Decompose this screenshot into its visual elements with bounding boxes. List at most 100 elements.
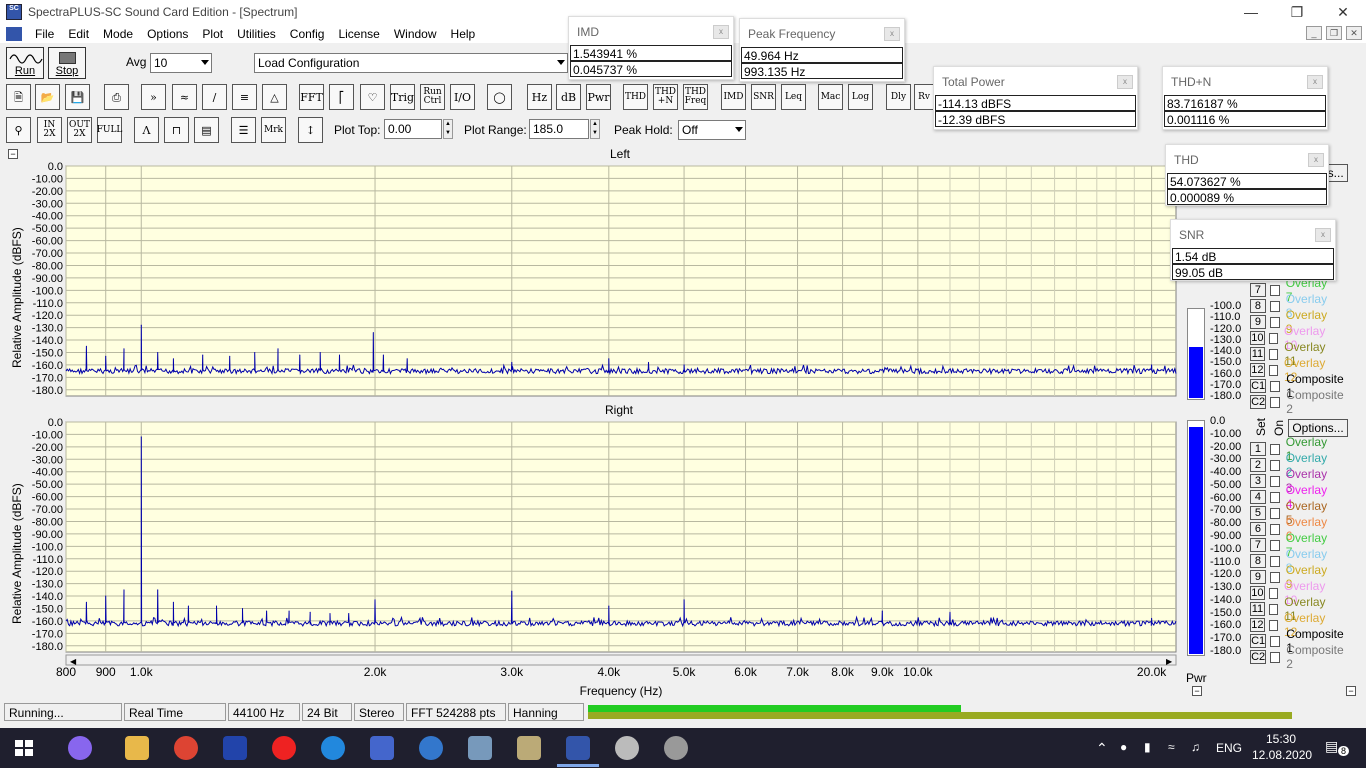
overlay-set-button[interactable]: 8 bbox=[1250, 299, 1266, 313]
3d-surface-icon[interactable]: △ bbox=[262, 84, 287, 110]
overlay-checkbox[interactable] bbox=[1268, 348, 1279, 360]
mail-icon[interactable] bbox=[370, 736, 394, 760]
print-icon[interactable]: ⎙ bbox=[104, 84, 129, 110]
fft-button[interactable]: FFT bbox=[299, 84, 324, 110]
db-button[interactable]: dB bbox=[556, 84, 581, 110]
zoom-out-2x-icon[interactable]: OUT 2X bbox=[67, 117, 92, 143]
pwr-collapse-icon[interactable]: − bbox=[1192, 686, 1202, 696]
yandex-icon[interactable] bbox=[272, 736, 296, 760]
overlay-set-button[interactable]: 6 bbox=[1250, 522, 1266, 536]
overlay-set-button[interactable]: 9 bbox=[1250, 570, 1266, 584]
overlay-checkbox[interactable] bbox=[1269, 300, 1280, 312]
marker-button[interactable]: Mrk bbox=[261, 117, 286, 143]
save-icon[interactable]: 💾 bbox=[65, 84, 90, 110]
windows-start-icon[interactable] bbox=[12, 736, 36, 760]
imd-meter-window[interactable]: IMD x 1.543941 % 0.045737 % bbox=[568, 16, 734, 80]
waterfall-icon[interactable]: ≡ bbox=[232, 84, 257, 110]
menu-help[interactable]: Help bbox=[444, 27, 483, 41]
io-button[interactable]: I/O bbox=[450, 84, 475, 110]
overlay-checkbox[interactable] bbox=[1270, 380, 1281, 392]
stop-button[interactable]: Stop bbox=[48, 47, 86, 79]
overlay-checkbox[interactable] bbox=[1268, 619, 1278, 631]
hz-button[interactable]: Hz bbox=[527, 84, 552, 110]
overlay-set-button[interactable]: 11 bbox=[1250, 347, 1265, 361]
scroll-right-icon[interactable]: ▶ bbox=[1166, 657, 1173, 666]
horizontal-scrollbar[interactable] bbox=[65, 654, 1177, 666]
leq-button[interactable]: Leq bbox=[781, 84, 806, 110]
run-button[interactable]: Run bbox=[6, 47, 44, 79]
oscillator-icon[interactable]: ◯ bbox=[487, 84, 512, 110]
overlay-row[interactable]: C2 Composite 2 bbox=[1250, 643, 1346, 671]
zoom-in-2x-icon[interactable]: IN 2X bbox=[37, 117, 62, 143]
volume-icon[interactable]: ♫ bbox=[1191, 740, 1200, 754]
spectrum-icon[interactable]: ≈ bbox=[172, 84, 197, 110]
overlay-set-button[interactable]: C2 bbox=[1250, 395, 1267, 409]
language-indicator[interactable]: ENG bbox=[1216, 741, 1242, 755]
overlay-checkbox[interactable] bbox=[1268, 364, 1278, 376]
zoom-full-icon[interactable]: FULL bbox=[97, 117, 122, 143]
imd-button[interactable]: IMD bbox=[721, 84, 746, 110]
overlay-checkbox[interactable] bbox=[1269, 491, 1280, 503]
app-icon-generic[interactable] bbox=[664, 736, 688, 760]
menu-mode[interactable]: Mode bbox=[96, 27, 140, 41]
open-folder-icon[interactable]: 📂 bbox=[35, 84, 60, 110]
peak-frequency-window[interactable]: Peak Frequency x 49.964 Hz 993.135 Hz bbox=[739, 18, 905, 82]
menu-edit[interactable]: Edit bbox=[61, 27, 96, 41]
spectraplus-icon[interactable] bbox=[566, 736, 590, 760]
palette-icon[interactable] bbox=[517, 736, 541, 760]
vertical-scale-icon[interactable]: ↕ bbox=[298, 117, 323, 143]
close-icon[interactable]: x bbox=[1315, 228, 1331, 242]
close-icon[interactable]: x bbox=[884, 27, 900, 41]
plot-range-input[interactable]: 185.0 bbox=[529, 119, 589, 139]
gen-icon[interactable]: ♡ bbox=[360, 84, 385, 110]
overlay-set-button[interactable]: 3 bbox=[1250, 474, 1266, 488]
avg-select[interactable]: 10 bbox=[150, 53, 212, 73]
peak-icon[interactable]: Λ bbox=[134, 117, 159, 143]
overlay-set-button[interactable]: 10 bbox=[1250, 586, 1265, 600]
restore-icon[interactable]: ❐ bbox=[1274, 0, 1320, 24]
close-icon[interactable]: x bbox=[1117, 75, 1133, 89]
overlay-checkbox[interactable] bbox=[1270, 635, 1281, 647]
app-icon[interactable]: SC bbox=[6, 4, 22, 20]
menu-utilities[interactable]: Utilities bbox=[230, 27, 283, 41]
overlay-set-button[interactable]: 9 bbox=[1250, 315, 1266, 329]
thdn-window[interactable]: THD+N x 83.716187 % 0.001116 % bbox=[1162, 66, 1328, 130]
overlay-checkbox[interactable] bbox=[1270, 651, 1281, 663]
overlay-checkbox[interactable] bbox=[1269, 316, 1280, 328]
thd-window[interactable]: THD x 54.073627 % 0.000089 % bbox=[1165, 144, 1329, 206]
overlay-set-button[interactable]: 10 bbox=[1250, 331, 1265, 345]
chrome-icon[interactable] bbox=[174, 736, 198, 760]
microphone-icon[interactable]: ● bbox=[1120, 740, 1127, 754]
overlay-set-button[interactable]: 2 bbox=[1250, 458, 1266, 472]
scroll-left-icon[interactable]: ◀ bbox=[70, 657, 77, 666]
mac-button[interactable]: Mac bbox=[818, 84, 843, 110]
overlay-set-button[interactable]: 7 bbox=[1250, 538, 1266, 552]
pwr-button[interactable]: Pwr bbox=[586, 84, 611, 110]
rv-button[interactable]: Rv bbox=[914, 84, 934, 110]
overlay-checkbox[interactable] bbox=[1268, 603, 1279, 615]
overlay-set-button[interactable]: 8 bbox=[1250, 554, 1266, 568]
overlay-set-button[interactable]: 4 bbox=[1250, 490, 1266, 504]
peak-hold-select[interactable]: Off bbox=[678, 120, 746, 140]
device-icon[interactable] bbox=[468, 736, 492, 760]
total-power-window[interactable]: Total Power x -114.13 dBFS -12.39 dBFS bbox=[933, 66, 1138, 130]
document-icon[interactable] bbox=[6, 26, 22, 41]
scope-icon[interactable]: ⎡ bbox=[329, 84, 354, 110]
config-select[interactable]: Load Configuration bbox=[254, 53, 568, 73]
overlay-checkbox[interactable] bbox=[1270, 396, 1281, 408]
bars-icon[interactable]: ▤ bbox=[194, 117, 219, 143]
telegram-icon[interactable] bbox=[321, 736, 345, 760]
clock-time[interactable]: 15:30 bbox=[1266, 732, 1296, 746]
menu-options[interactable]: Options bbox=[140, 27, 195, 41]
thdn-button[interactable]: THD +N bbox=[653, 84, 678, 110]
run-ctrl-button[interactable]: Run Ctrl bbox=[420, 84, 445, 110]
overlay-checkbox[interactable] bbox=[1269, 523, 1280, 535]
snr-button[interactable]: SNR bbox=[751, 84, 776, 110]
close-icon[interactable]: x bbox=[1307, 75, 1323, 89]
mdi-restore-icon[interactable]: ❐ bbox=[1326, 26, 1342, 40]
plot-range-spinner[interactable]: ▲ ▼ bbox=[590, 119, 600, 139]
settings-gear-icon[interactable] bbox=[615, 736, 639, 760]
menu-license[interactable]: License bbox=[331, 27, 386, 41]
folder-icon[interactable] bbox=[125, 736, 149, 760]
zoom-icon[interactable]: ⚲ bbox=[6, 117, 31, 143]
